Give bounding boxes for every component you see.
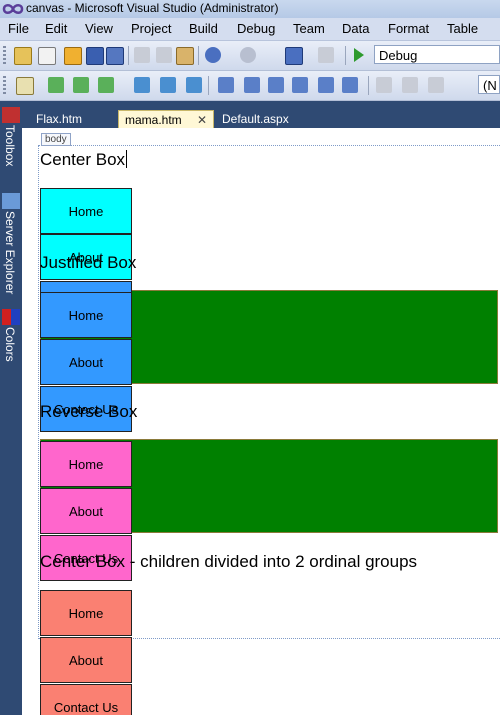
align-right-icon[interactable] [428, 77, 444, 93]
toolbox-icon[interactable] [2, 107, 20, 123]
align-left-icon[interactable] [376, 77, 392, 93]
colors-icon[interactable] [2, 309, 20, 325]
tab-mama-htm[interactable]: mama.htm ✕ [118, 110, 214, 128]
text-cursor [126, 150, 128, 168]
nav-button-about[interactable]: About [40, 488, 132, 534]
formatting-toolbar: (N [0, 71, 500, 101]
navigate-backward-icon[interactable] [285, 47, 303, 65]
section-heading: Justified Box [40, 253, 137, 272]
menu-build[interactable]: Build [189, 21, 218, 36]
menu-format[interactable]: Format [388, 21, 429, 36]
save-all-icon[interactable] [106, 47, 124, 65]
nav-button-about[interactable]: About [40, 339, 132, 385]
insert-table-icon[interactable] [244, 77, 260, 93]
nav-button-about[interactable]: About [40, 637, 132, 683]
menu-edit[interactable]: Edit [45, 21, 67, 36]
standard-toolbar: Debug [0, 41, 500, 71]
toolbar-grip[interactable] [3, 46, 6, 65]
redo-icon[interactable] [240, 47, 256, 63]
close-icon[interactable]: ✕ [197, 111, 207, 129]
menu-bar: File Edit View Project Build Debug Team … [0, 18, 500, 41]
bookmark-icon[interactable] [134, 77, 150, 93]
menu-file[interactable]: File [8, 21, 29, 36]
add-item-icon[interactable] [38, 47, 56, 65]
form-icon[interactable] [268, 77, 284, 93]
document-tab-strip: Flax.htm mama.htm ✕ Default.aspx [22, 101, 500, 128]
nav-button-home[interactable]: Home [40, 188, 132, 234]
colors-tab[interactable]: Colors [3, 327, 17, 362]
menu-project[interactable]: Project [131, 21, 171, 36]
menu-table[interactable]: Table [447, 21, 478, 36]
window-title: canvas - Microsoft Visual Studio (Admini… [26, 1, 279, 15]
indent-icon[interactable] [48, 77, 64, 93]
open-folder-icon[interactable] [64, 47, 82, 65]
toolbar-grip[interactable] [3, 76, 6, 95]
nav-button-home[interactable]: Home [40, 292, 132, 338]
page-icon[interactable] [16, 77, 34, 95]
previous-bookmark-icon[interactable] [160, 77, 176, 93]
nav-button-contact[interactable]: Contact Us [40, 684, 132, 715]
nav-button-home[interactable]: Home [40, 441, 132, 487]
copy-icon[interactable] [156, 47, 172, 63]
tab-flax-htm[interactable]: Flax.htm [30, 110, 120, 128]
tab-default-aspx[interactable]: Default.aspx [216, 110, 316, 128]
menu-team[interactable]: Team [293, 21, 325, 36]
solution-configuration-select[interactable]: Debug [374, 45, 500, 64]
save-icon[interactable] [86, 47, 104, 65]
toolbox-tab[interactable]: Toolbox [3, 125, 17, 166]
title-bar: canvas - Microsoft Visual Studio (Admini… [0, 0, 500, 18]
cut-icon[interactable] [134, 47, 150, 63]
outdent-icon[interactable] [73, 77, 89, 93]
section-heading: Reverse Box [40, 402, 138, 421]
textbox-icon[interactable] [292, 77, 308, 93]
style-select[interactable]: (N [478, 75, 500, 94]
new-project-icon[interactable] [14, 47, 32, 65]
section-heading: Center Box - children divided into 2 ord… [40, 552, 418, 571]
next-bookmark-icon[interactable] [186, 77, 202, 93]
tab-label: mama.htm [125, 113, 182, 127]
image-control-icon[interactable] [342, 77, 358, 93]
align-center-icon[interactable] [402, 77, 418, 93]
section-heading: Center Box [40, 150, 128, 169]
comment-icon[interactable] [98, 77, 114, 93]
paste-icon[interactable] [176, 47, 194, 65]
menu-view[interactable]: View [85, 21, 113, 36]
server-explorer-tab[interactable]: Server Explorer [3, 211, 17, 294]
menu-debug[interactable]: Debug [237, 21, 275, 36]
design-surface[interactable]: body Center Box Home About Contact Us Ho… [22, 128, 500, 715]
undo-icon[interactable] [205, 47, 221, 63]
nav-button-home[interactable]: Home [40, 590, 132, 636]
table-icon[interactable] [218, 77, 234, 93]
start-debugging-icon[interactable] [354, 48, 364, 62]
visual-studio-logo-icon [2, 4, 24, 14]
button-control-icon[interactable] [318, 77, 334, 93]
server-explorer-icon[interactable] [2, 193, 20, 209]
navigate-forward-icon[interactable] [318, 47, 334, 63]
menu-data[interactable]: Data [342, 21, 369, 36]
body-tag-label[interactable]: body [41, 133, 71, 146]
side-dock-panel: Toolbox Server Explorer Colors [0, 101, 22, 715]
